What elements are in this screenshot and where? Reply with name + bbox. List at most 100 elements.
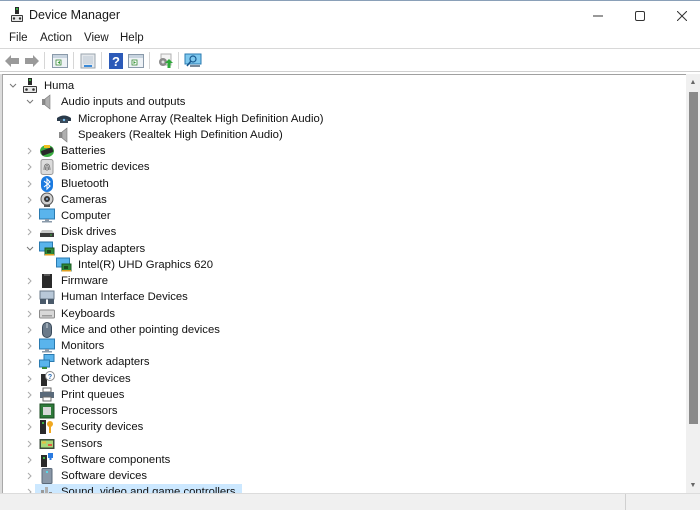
- computer-root-icon: [22, 78, 38, 94]
- help-button[interactable]: ?: [107, 52, 125, 70]
- tree-item-content[interactable]: Human Interface Devices: [35, 289, 194, 305]
- tree-item[interactable]: Sensors: [25, 436, 108, 452]
- scrollbar-thumb[interactable]: [689, 92, 698, 424]
- tree-item[interactable]: Sound, video and game controllers: [25, 484, 242, 493]
- scan-hardware-button[interactable]: [184, 52, 202, 70]
- update-driver-button[interactable]: [156, 52, 174, 70]
- expand-chevron-icon[interactable]: [25, 338, 35, 354]
- tree-item[interactable]: Disk drives: [25, 224, 122, 240]
- tree-item[interactable]: Cameras: [25, 192, 113, 208]
- tree-item-content[interactable]: Audio inputs and outputs: [35, 94, 191, 110]
- close-button[interactable]: [659, 1, 700, 31]
- tree-item[interactable]: Software devices: [25, 468, 153, 484]
- expand-chevron-icon[interactable]: [25, 371, 35, 387]
- menu-file[interactable]: File: [9, 32, 28, 44]
- scroll-down-button[interactable]: ▼: [686, 477, 700, 493]
- expand-chevron-icon[interactable]: [25, 289, 35, 305]
- tree-item[interactable]: Biometric devices: [25, 159, 156, 176]
- minimize-button[interactable]: [575, 1, 621, 31]
- expand-chevron-icon[interactable]: [25, 484, 35, 493]
- tree-item[interactable]: Processors: [25, 403, 124, 419]
- tree-item-content[interactable]: Keyboards: [35, 306, 121, 322]
- arrow-right-icon: [25, 55, 39, 67]
- expand-chevron-icon[interactable]: [25, 403, 35, 419]
- tree-item-content[interactable]: Disk drives: [35, 224, 122, 240]
- tree-item-label: Computer: [61, 210, 111, 222]
- tree-item[interactable]: Microphone Array (Realtek High Definitio…: [42, 111, 330, 127]
- tree-item[interactable]: Print queues: [25, 387, 130, 403]
- tree-item-content[interactable]: Intel(R) UHD Graphics 620: [52, 257, 219, 273]
- tree-item[interactable]: Network adapters: [25, 354, 156, 370]
- expand-chevron-icon[interactable]: [25, 192, 35, 208]
- tree-item[interactable]: Bluetooth: [25, 175, 115, 192]
- menu-action[interactable]: Action: [40, 32, 72, 44]
- show-action-pane-button[interactable]: [127, 52, 145, 70]
- tree-item[interactable]: Mice and other pointing devices: [25, 321, 226, 338]
- tree-item-content[interactable]: Display adapters: [35, 241, 151, 257]
- device-tree[interactable]: Huma Audio inputs and outputs Microphone A…: [2, 74, 686, 493]
- maximize-button[interactable]: [617, 1, 663, 31]
- tree-item[interactable]: Monitors: [25, 338, 110, 354]
- tree-item-content[interactable]: Print queues: [35, 387, 130, 403]
- tree-item-content[interactable]: Cameras: [35, 192, 113, 208]
- tree-root[interactable]: Huma: [8, 78, 80, 94]
- tree-item-content[interactable]: Batteries: [35, 143, 112, 159]
- tree-item-content[interactable]: Firmware: [35, 273, 114, 289]
- expand-chevron-icon[interactable]: [25, 354, 35, 370]
- tree-item-content[interactable]: Sound, video and game controllers: [35, 484, 242, 493]
- properties-button[interactable]: [79, 52, 97, 70]
- tree-item[interactable]: Batteries: [25, 143, 112, 159]
- tree-item-content[interactable]: Monitors: [35, 338, 110, 354]
- show-hide-console-tree-button[interactable]: [51, 52, 69, 70]
- collapse-chevron-icon[interactable]: [25, 241, 35, 257]
- collapse-chevron-icon[interactable]: [25, 94, 35, 110]
- tree-item[interactable]: Keyboards: [25, 306, 121, 322]
- tree-item[interactable]: Software components: [25, 452, 176, 468]
- tree-item[interactable]: Display adapters: [25, 241, 151, 257]
- tree-item-content[interactable]: Software devices: [35, 468, 153, 484]
- tree-item-content[interactable]: Bluetooth: [35, 175, 115, 192]
- tree-item[interactable]: Speakers (Realtek High Definition Audio): [42, 127, 289, 143]
- expand-chevron-icon[interactable]: [25, 322, 35, 338]
- expand-chevron-icon[interactable]: [25, 419, 35, 435]
- tree-item[interactable]: ? Other devices: [25, 370, 137, 387]
- tree-item-content[interactable]: Network adapters: [35, 354, 156, 370]
- tree-item-content[interactable]: Sensors: [35, 436, 108, 452]
- back-button[interactable]: [3, 52, 21, 70]
- forward-button[interactable]: [23, 52, 41, 70]
- tree-item-content[interactable]: Huma: [18, 78, 80, 94]
- expand-chevron-icon[interactable]: [25, 143, 35, 159]
- tree-item[interactable]: Intel(R) UHD Graphics 620: [42, 257, 219, 273]
- vertical-scrollbar[interactable]: ▲ ▼: [686, 74, 700, 493]
- expand-chevron-icon[interactable]: [25, 306, 35, 322]
- tree-item[interactable]: Audio inputs and outputs: [25, 94, 191, 110]
- expand-chevron-icon[interactable]: [25, 159, 35, 175]
- tree-item[interactable]: Security devices: [25, 419, 149, 435]
- tree-item-content[interactable]: Processors: [35, 403, 124, 419]
- tree-item[interactable]: Computer: [25, 208, 117, 224]
- collapse-chevron-icon[interactable]: [8, 78, 18, 94]
- tree-item-content[interactable]: ? Other devices: [35, 370, 137, 387]
- software-device-icon: [39, 468, 55, 484]
- tree-item[interactable]: Human Interface Devices: [25, 289, 194, 305]
- tree-item-content[interactable]: Software components: [35, 452, 176, 468]
- expand-chevron-icon[interactable]: [25, 208, 35, 224]
- expand-chevron-icon[interactable]: [25, 452, 35, 468]
- tree-item-content[interactable]: Microphone Array (Realtek High Definitio…: [52, 111, 330, 127]
- tree-item-content[interactable]: Mice and other pointing devices: [35, 321, 226, 338]
- expand-chevron-icon[interactable]: [25, 176, 35, 192]
- tree-item-content[interactable]: Speakers (Realtek High Definition Audio): [52, 127, 289, 143]
- tree-item-content[interactable]: Computer: [35, 208, 117, 224]
- expand-chevron-icon[interactable]: [25, 224, 35, 240]
- keyboard-icon: [39, 306, 55, 322]
- menu-view[interactable]: View: [84, 32, 109, 44]
- expand-chevron-icon[interactable]: [25, 436, 35, 452]
- expand-chevron-icon[interactable]: [25, 387, 35, 403]
- menu-help[interactable]: Help: [120, 32, 144, 44]
- tree-item[interactable]: Firmware: [25, 273, 114, 289]
- scroll-up-button[interactable]: ▲: [686, 74, 700, 90]
- expand-chevron-icon[interactable]: [25, 273, 35, 289]
- tree-item-content[interactable]: Biometric devices: [35, 159, 156, 176]
- tree-item-content[interactable]: Security devices: [35, 419, 149, 435]
- expand-chevron-icon[interactable]: [25, 468, 35, 484]
